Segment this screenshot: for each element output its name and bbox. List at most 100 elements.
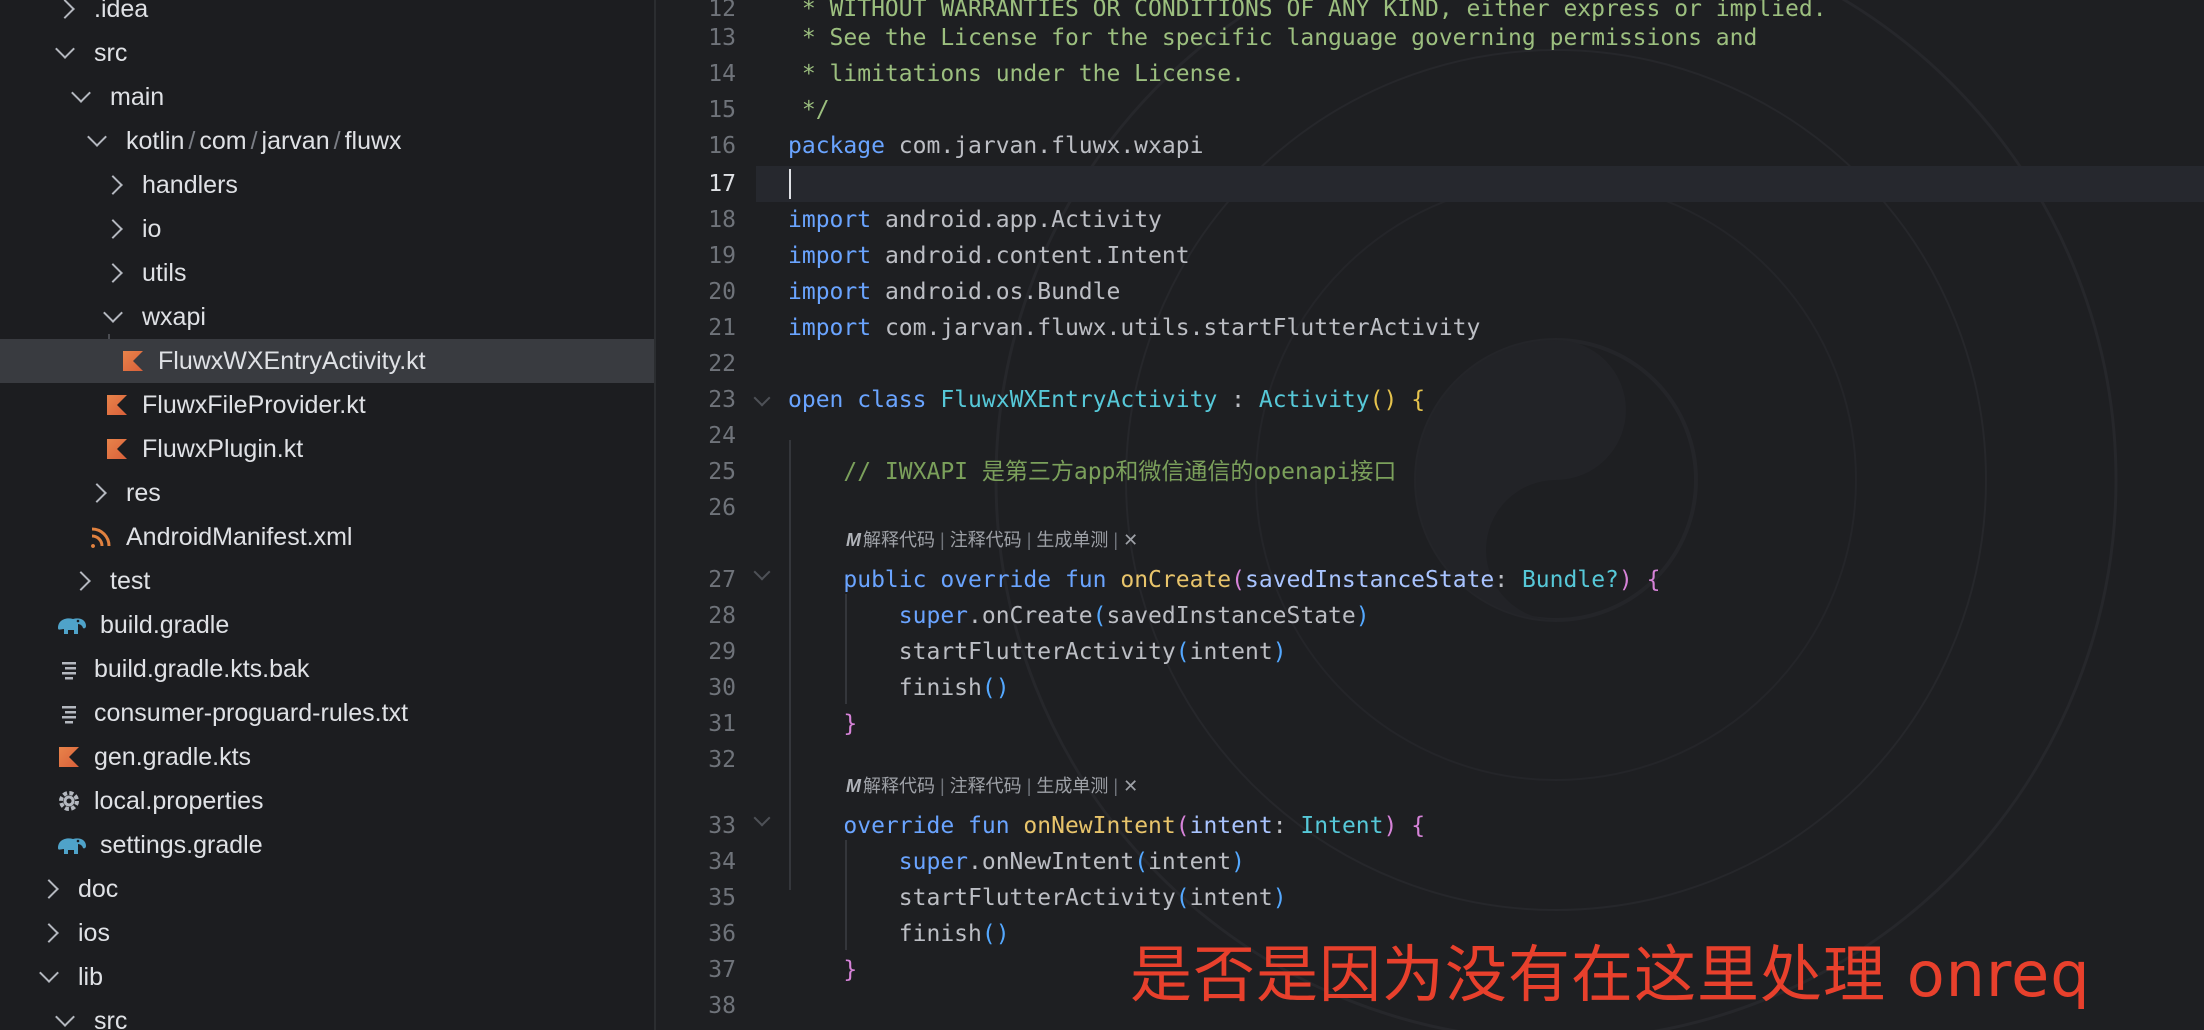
code-line[interactable]: import android.content.Intent — [788, 238, 1190, 274]
code-token: onCreate — [1120, 567, 1232, 593]
code-line[interactable]: open class FluwxWXEntryActivity : Activi… — [788, 382, 1425, 418]
tree-item[interactable]: test — [0, 559, 654, 603]
tree-item[interactable]: AndroidManifest.xml — [0, 515, 654, 559]
tree-item[interactable]: FluwxWXEntryActivity.kt — [0, 339, 654, 383]
tree-item[interactable]: src — [0, 31, 654, 75]
line-number: 35 — [708, 885, 736, 911]
tree-item[interactable]: main — [0, 75, 654, 119]
path-segment: fluwx — [344, 126, 402, 155]
tree-item[interactable]: local.properties — [0, 779, 654, 823]
code-line[interactable]: // IWXAPI 是第三方app和微信通信的openapi接口 — [788, 454, 1396, 490]
code-line[interactable]: finish() — [788, 916, 1010, 952]
tree-item[interactable]: gen.gradle.kts — [0, 735, 654, 779]
tree-item[interactable]: .idea — [0, 0, 654, 31]
kotlin-file-icon — [120, 348, 146, 374]
generate-unittest-link[interactable]: 生成单测 — [1036, 776, 1108, 796]
tree-item[interactable]: lib — [0, 955, 654, 999]
fold-marker-icon[interactable] — [753, 809, 771, 827]
line-number: 31 — [708, 711, 736, 737]
code-line[interactable]: startFlutterActivity(intent) — [788, 880, 1287, 916]
close-icon[interactable]: ✕ — [1123, 776, 1138, 796]
code-line[interactable]: */ — [788, 92, 830, 128]
fold-marker-icon[interactable] — [753, 563, 771, 581]
code-editor[interactable]: 12 * WITHOUT WARRANTIES OR CONDITIONS OF… — [656, 0, 2204, 1030]
tree-item[interactable]: utils — [0, 251, 654, 295]
code-line[interactable]: import android.app.Activity — [788, 202, 1162, 238]
code-line[interactable]: import android.os.Bundle — [788, 274, 1120, 310]
chevron-down-icon[interactable] — [87, 127, 107, 147]
code-token: () — [1369, 387, 1398, 413]
code-token: ( — [1092, 603, 1107, 629]
tree-item[interactable]: consumer-proguard-rules.txt — [0, 691, 654, 735]
tree-item[interactable]: build.gradle — [0, 603, 654, 647]
chevron-down-icon[interactable] — [55, 1007, 75, 1027]
chevron-down-icon[interactable] — [55, 39, 75, 59]
chevron-right-icon[interactable] — [103, 219, 123, 239]
path-segment: kotlin — [126, 126, 185, 155]
tree-item[interactable]: handlers — [0, 163, 654, 207]
code-line[interactable]: public override fun onCreate(savedInstan… — [788, 562, 1660, 598]
code-line[interactable]: startFlutterActivity(intent) — [788, 634, 1287, 670]
code-token: import — [788, 207, 872, 233]
tree-item-label: test — [110, 566, 151, 595]
tree-item[interactable]: src — [0, 999, 654, 1030]
explain-code-link[interactable]: 解释代码 — [863, 776, 935, 796]
chevron-down-icon[interactable] — [103, 303, 123, 323]
code-token: onNewIntent — [1023, 813, 1176, 839]
line-number: 36 — [708, 921, 736, 947]
code-line[interactable]: * See the License for the specific langu… — [788, 20, 1757, 56]
line-number: 16 — [708, 133, 736, 159]
comment-code-link[interactable]: 注释代码 — [950, 776, 1022, 796]
code-token: .onCreate — [968, 603, 1093, 629]
code-line[interactable]: override fun onNewIntent(intent: Intent)… — [788, 808, 1425, 844]
tree-item[interactable]: ios — [0, 911, 654, 955]
text-file-icon — [56, 656, 82, 682]
code-token: ( — [1134, 849, 1149, 875]
tree-item[interactable]: build.gradle.kts.bak — [0, 647, 654, 691]
chevron-right-icon[interactable] — [87, 483, 107, 503]
code-line[interactable]: } — [788, 952, 857, 988]
chevron-down-icon[interactable] — [71, 83, 91, 103]
project-tree-panel: .idea src main kotlin / com / jarvan / fluwx handl… — [0, 0, 656, 1030]
line-number: 24 — [708, 423, 736, 449]
tree-item[interactable]: doc — [0, 867, 654, 911]
tree-item[interactable]: res — [0, 471, 654, 515]
code-line[interactable]: * limitations under the License. — [788, 56, 1245, 92]
chevron-right-icon[interactable] — [71, 571, 91, 591]
tree-item[interactable]: FluwxPlugin.kt — [0, 427, 654, 471]
code-line[interactable]: super.onCreate(savedInstanceState) — [788, 598, 1370, 634]
chevron-right-icon[interactable] — [103, 175, 123, 195]
code-line[interactable]: } — [788, 706, 857, 742]
chevron-down-icon[interactable] — [39, 963, 59, 983]
fold-marker-icon[interactable] — [753, 389, 771, 407]
code-token: ) — [1355, 603, 1370, 629]
explain-code-link[interactable]: 解释代码 — [863, 530, 935, 550]
code-line[interactable]: import com.jarvan.fluwx.utils.startFlutt… — [788, 310, 1480, 346]
close-icon[interactable]: ✕ — [1123, 530, 1138, 550]
gradle-elephant-icon — [56, 832, 88, 858]
comment-code-link[interactable]: 注释代码 — [950, 530, 1022, 550]
chevron-right-icon[interactable] — [55, 0, 75, 19]
code-token: * See the License for the specific langu… — [788, 25, 1758, 51]
tree-item[interactable]: FluwxFileProvider.kt — [0, 383, 654, 427]
code-line[interactable]: finish() — [788, 670, 1010, 706]
tree-item[interactable]: settings.gradle — [0, 823, 654, 867]
line-number: 30 — [708, 675, 736, 701]
line-number: 38 — [708, 993, 736, 1019]
chevron-right-icon[interactable] — [39, 879, 59, 899]
code-token: com.jarvan.fluwx.wxapi — [884, 133, 1204, 159]
code-token: startFlutterActivity — [788, 885, 1176, 911]
line-number: 18 — [708, 207, 736, 233]
code-line[interactable]: super.onNewIntent(intent) — [788, 844, 1245, 880]
tree-item[interactable]: wxapi — [0, 295, 654, 339]
chevron-right-icon[interactable] — [39, 923, 59, 943]
code-line[interactable]: package com.jarvan.fluwx.wxapi — [788, 128, 1203, 164]
generate-unittest-link[interactable]: 生成单测 — [1036, 530, 1108, 550]
chevron-right-icon[interactable] — [103, 263, 123, 283]
tree-item[interactable]: io — [0, 207, 654, 251]
tree-item[interactable]: kotlin / com / jarvan / fluwx — [0, 119, 654, 163]
tree-item-label: src — [94, 1006, 128, 1030]
